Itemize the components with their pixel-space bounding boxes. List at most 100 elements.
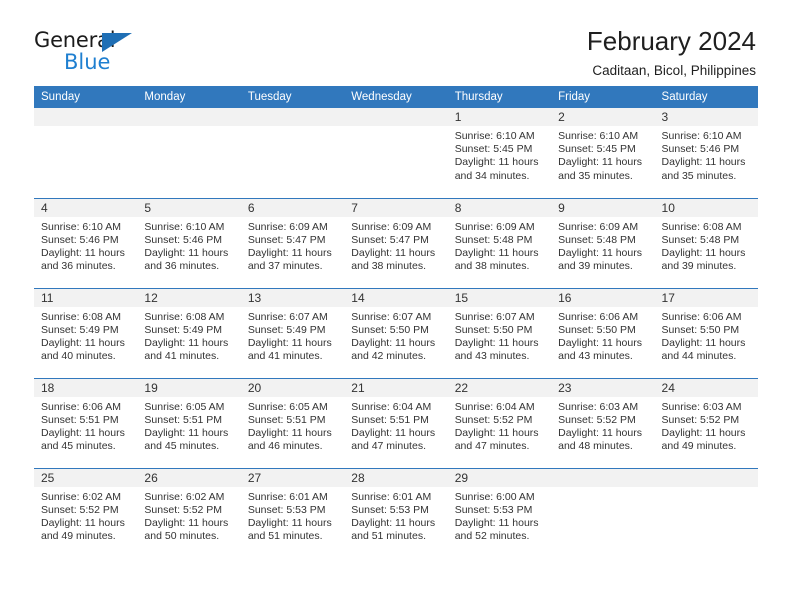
day-cell[interactable]: 5 Sunrise: 6:10 AM Sunset: 5:46 PM Dayli… <box>137 197 241 288</box>
day-cell[interactable]: 1 Sunrise: 6:10 AM Sunset: 5:45 PM Dayli… <box>447 108 552 198</box>
daylight-text-line2: and 50 minutes. <box>144 530 220 543</box>
daylight-text-line2: and 44 minutes. <box>661 350 737 363</box>
weekday-header-friday: Friday <box>551 86 655 108</box>
sunrise-text: Sunrise: 6:10 AM <box>144 220 225 233</box>
daylight-text-line2: and 43 minutes. <box>558 350 633 363</box>
daylight-text-line1: Daylight: 11 hours <box>41 426 125 439</box>
daylight-text-line2: and 35 minutes. <box>661 169 737 182</box>
day-cell[interactable]: 20 Sunrise: 6:05 AM Sunset: 5:51 PM Dayl… <box>240 377 345 468</box>
day-number: 25 <box>34 468 138 487</box>
day-number: 4 <box>34 198 138 217</box>
calendar-week-row: 1 Sunrise: 6:10 AM Sunset: 5:45 PM Dayli… <box>34 108 758 198</box>
sunrise-text: Sunrise: 6:05 AM <box>144 400 225 413</box>
daylight-text-line2: and 45 minutes. <box>144 440 220 453</box>
day-number: 8 <box>447 198 552 217</box>
sunset-text: Sunset: 5:48 PM <box>454 233 533 246</box>
day-details: Sunrise: 6:00 AM Sunset: 5:53 PM Dayligh… <box>448 487 551 544</box>
day-cell[interactable]: 7 Sunrise: 6:09 AM Sunset: 5:47 PM Dayli… <box>344 197 448 288</box>
daylight-text-line2: and 35 minutes. <box>558 169 633 182</box>
day-cell[interactable]: 9 Sunrise: 6:09 AM Sunset: 5:48 PM Dayli… <box>551 197 655 288</box>
sunrise-text: Sunrise: 6:08 AM <box>661 220 742 233</box>
month-calendar: Sunday Monday Tuesday Wednesday Thursday… <box>34 86 758 558</box>
day-details: Sunrise: 6:03 AM Sunset: 5:52 PM Dayligh… <box>551 397 654 454</box>
day-cell[interactable]: 10 Sunrise: 6:08 AM Sunset: 5:48 PM Dayl… <box>654 197 758 288</box>
sunset-text: Sunset: 5:50 PM <box>661 323 740 336</box>
day-details: Sunrise: 6:09 AM Sunset: 5:48 PM Dayligh… <box>551 217 654 274</box>
sunrise-text: Sunrise: 6:06 AM <box>558 310 639 323</box>
day-number: 21 <box>344 378 448 397</box>
day-cell[interactable]: 19 Sunrise: 6:05 AM Sunset: 5:51 PM Dayl… <box>137 377 241 468</box>
sunrise-text: Sunrise: 6:06 AM <box>41 400 121 413</box>
day-details: Sunrise: 6:01 AM Sunset: 5:53 PM Dayligh… <box>241 487 344 544</box>
day-details: Sunrise: 6:07 AM Sunset: 5:49 PM Dayligh… <box>241 307 344 364</box>
daylight-text-line1: Daylight: 11 hours <box>351 426 436 439</box>
sunset-text: Sunset: 5:52 PM <box>454 413 533 426</box>
sunset-text: Sunset: 5:52 PM <box>661 413 740 426</box>
day-cell[interactable]: 21 Sunrise: 6:04 AM Sunset: 5:51 PM Dayl… <box>344 377 448 468</box>
daylight-text-line2: and 36 minutes. <box>144 260 220 273</box>
day-cell[interactable] <box>344 108 448 198</box>
day-cell[interactable]: 13 Sunrise: 6:07 AM Sunset: 5:49 PM Dayl… <box>240 287 345 378</box>
day-cell[interactable] <box>240 108 345 198</box>
day-details: Sunrise: 6:06 AM Sunset: 5:50 PM Dayligh… <box>655 307 758 364</box>
daylight-text-line1: Daylight: 11 hours <box>661 426 746 439</box>
day-details: Sunrise: 6:05 AM Sunset: 5:51 PM Dayligh… <box>241 397 344 454</box>
day-cell[interactable]: 16 Sunrise: 6:06 AM Sunset: 5:50 PM Dayl… <box>551 287 655 378</box>
sunset-text: Sunset: 5:50 PM <box>454 323 533 336</box>
sunrise-text: Sunrise: 6:02 AM <box>41 490 121 503</box>
day-cell[interactable]: 23 Sunrise: 6:03 AM Sunset: 5:52 PM Dayl… <box>551 377 655 468</box>
day-cell[interactable]: 4 Sunrise: 6:10 AM Sunset: 5:46 PM Dayli… <box>34 197 138 288</box>
day-cell[interactable]: 28 Sunrise: 6:01 AM Sunset: 5:53 PM Dayl… <box>344 467 448 558</box>
day-cell[interactable]: 12 Sunrise: 6:08 AM Sunset: 5:49 PM Dayl… <box>137 287 241 378</box>
day-cell[interactable]: 11 Sunrise: 6:08 AM Sunset: 5:49 PM Dayl… <box>34 287 138 378</box>
day-cell[interactable]: 24 Sunrise: 6:03 AM Sunset: 5:52 PM Dayl… <box>654 377 758 468</box>
sunset-text: Sunset: 5:46 PM <box>661 143 740 156</box>
day-cell[interactable] <box>137 108 241 198</box>
day-cell[interactable]: 8 Sunrise: 6:09 AM Sunset: 5:48 PM Dayli… <box>447 197 552 288</box>
sunrise-text: Sunrise: 6:10 AM <box>454 130 535 142</box>
day-details: Sunrise: 6:10 AM Sunset: 5:46 PM Dayligh… <box>137 217 240 274</box>
generalblue-logo[interactable]: General Blue <box>34 28 154 74</box>
day-details: Sunrise: 6:01 AM Sunset: 5:53 PM Dayligh… <box>344 487 447 544</box>
sunrise-text: Sunrise: 6:08 AM <box>41 310 121 323</box>
day-cell[interactable] <box>34 108 138 198</box>
day-number: 11 <box>34 288 138 307</box>
calendar-week-row: 11 Sunrise: 6:08 AM Sunset: 5:49 PM Dayl… <box>34 287 758 378</box>
daylight-text-line2: and 41 minutes. <box>144 350 220 363</box>
daylight-text-line1: Daylight: 11 hours <box>454 336 539 349</box>
day-cell[interactable] <box>551 467 655 558</box>
day-details: Sunrise: 6:06 AM Sunset: 5:51 PM Dayligh… <box>34 397 137 454</box>
daylight-text-line1: Daylight: 11 hours <box>247 246 332 259</box>
day-cell[interactable]: 15 Sunrise: 6:07 AM Sunset: 5:50 PM Dayl… <box>447 287 552 378</box>
day-cell[interactable]: 29 Sunrise: 6:00 AM Sunset: 5:53 PM Dayl… <box>447 467 552 558</box>
day-number: 27 <box>240 468 345 487</box>
day-cell[interactable]: 22 Sunrise: 6:04 AM Sunset: 5:52 PM Dayl… <box>447 377 552 468</box>
daylight-text-line1: Daylight: 11 hours <box>247 516 332 529</box>
day-cell[interactable] <box>654 467 758 558</box>
day-cell[interactable]: 25 Sunrise: 6:02 AM Sunset: 5:52 PM Dayl… <box>34 467 138 558</box>
day-cell[interactable]: 26 Sunrise: 6:02 AM Sunset: 5:52 PM Dayl… <box>137 467 241 558</box>
day-cell[interactable]: 6 Sunrise: 6:09 AM Sunset: 5:47 PM Dayli… <box>240 197 345 288</box>
daylight-text-line2: and 47 minutes. <box>351 440 426 453</box>
daylight-text-line1: Daylight: 11 hours <box>144 336 229 349</box>
sunrise-text: Sunrise: 6:05 AM <box>247 400 328 413</box>
day-number: 3 <box>654 108 758 126</box>
day-number: 20 <box>240 378 345 397</box>
day-cell[interactable]: 14 Sunrise: 6:07 AM Sunset: 5:50 PM Dayl… <box>344 287 448 378</box>
day-cell[interactable]: 2 Sunrise: 6:10 AM Sunset: 5:45 PM Dayli… <box>551 108 655 198</box>
daylight-text-line1: Daylight: 11 hours <box>558 246 642 259</box>
day-cell[interactable]: 27 Sunrise: 6:01 AM Sunset: 5:53 PM Dayl… <box>240 467 345 558</box>
weekday-header-saturday: Saturday <box>654 86 758 108</box>
daylight-text-line2: and 45 minutes. <box>41 440 116 453</box>
weekday-header-sunday: Sunday <box>34 86 138 108</box>
day-cell[interactable]: 18 Sunrise: 6:06 AM Sunset: 5:51 PM Dayl… <box>34 377 138 468</box>
daylight-text-line2: and 48 minutes. <box>558 440 633 453</box>
day-cell[interactable]: 17 Sunrise: 6:06 AM Sunset: 5:50 PM Dayl… <box>654 287 758 378</box>
daylight-text-line1: Daylight: 11 hours <box>454 426 539 439</box>
daylight-text-line1: Daylight: 11 hours <box>144 516 229 529</box>
sunset-text: Sunset: 5:50 PM <box>351 323 429 336</box>
daylight-text-line1: Daylight: 11 hours <box>454 246 539 259</box>
day-details: Sunrise: 6:02 AM Sunset: 5:52 PM Dayligh… <box>34 487 137 544</box>
daylight-text-line1: Daylight: 11 hours <box>454 516 539 529</box>
day-cell[interactable]: 3 Sunrise: 6:10 AM Sunset: 5:46 PM Dayli… <box>654 108 758 198</box>
